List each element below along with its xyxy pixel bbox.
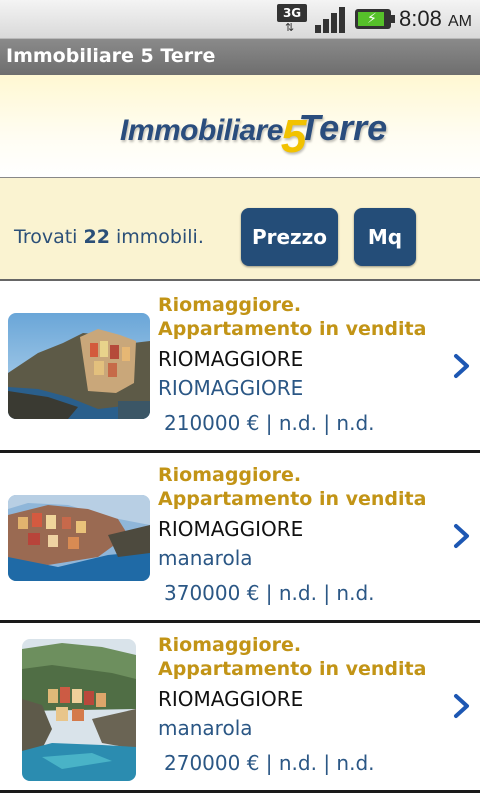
sort-price-button[interactable]: Prezzo [241, 208, 338, 266]
listing-item[interactable]: Riomaggiore. Appartamento in vendita RIO… [0, 453, 480, 623]
listing-item[interactable]: Riomaggiore. Appartamento in vendita RIO… [0, 283, 480, 453]
brand-logo: Immobiliare5Terre [120, 107, 388, 162]
listing-price-meta: 210000 € | n.d. | n.d. [164, 411, 375, 435]
status-icons: 3G ⇅ ⚡ 8:08 AM [277, 4, 472, 34]
listing-city: RIOMAGGIORE [158, 517, 304, 541]
chevron-right-icon [454, 694, 469, 718]
status-bar: 3G ⇅ ⚡ 8:08 AM [0, 0, 480, 39]
listing-price-meta: 370000 € | n.d. | n.d. [164, 581, 375, 605]
app-title: Immobiliare 5 Terre [6, 45, 216, 67]
listing-title: Riomaggiore. Appartamento in vendita [158, 634, 427, 680]
listing-city: RIOMAGGIORE [158, 687, 304, 711]
listing-zone: manarola [158, 716, 253, 740]
listing-zone: RIOMAGGIORE [158, 376, 304, 400]
listing-title: Riomaggiore. Appartamento in vendita [158, 294, 427, 340]
listing-price-meta: 270000 € | n.d. | n.d. [164, 751, 375, 775]
results-count-text: Trovati 22 immobili. [14, 226, 204, 248]
network-3g-icon: 3G ⇅ [277, 4, 308, 34]
listing-photo [8, 313, 150, 419]
app-title-bar: Immobiliare 5 Terre [0, 39, 480, 75]
sort-sqm-button[interactable]: Mq [354, 208, 416, 266]
listing-item[interactable]: Riomaggiore. Appartamento in vendita RIO… [0, 623, 480, 793]
listing-zone: manarola [158, 546, 253, 570]
results-filter-bar: Trovati 22 immobili. Prezzo Mq [0, 177, 480, 281]
chevron-right-icon [454, 354, 469, 378]
listing-title: Riomaggiore. Appartamento in vendita [158, 464, 427, 510]
chevron-right-icon [454, 524, 469, 548]
clock: 8:08 AM [399, 6, 472, 31]
listing-photo [8, 495, 150, 581]
listing-list: Riomaggiore. Appartamento in vendita RIO… [0, 283, 480, 793]
battery-charging-icon: ⚡ [355, 9, 396, 29]
results-count: 22 [83, 226, 110, 248]
listing-photo [22, 639, 136, 781]
signal-icon [315, 5, 347, 33]
listing-city: RIOMAGGIORE [158, 347, 304, 371]
logo-header: Immobiliare5Terre [0, 75, 480, 177]
